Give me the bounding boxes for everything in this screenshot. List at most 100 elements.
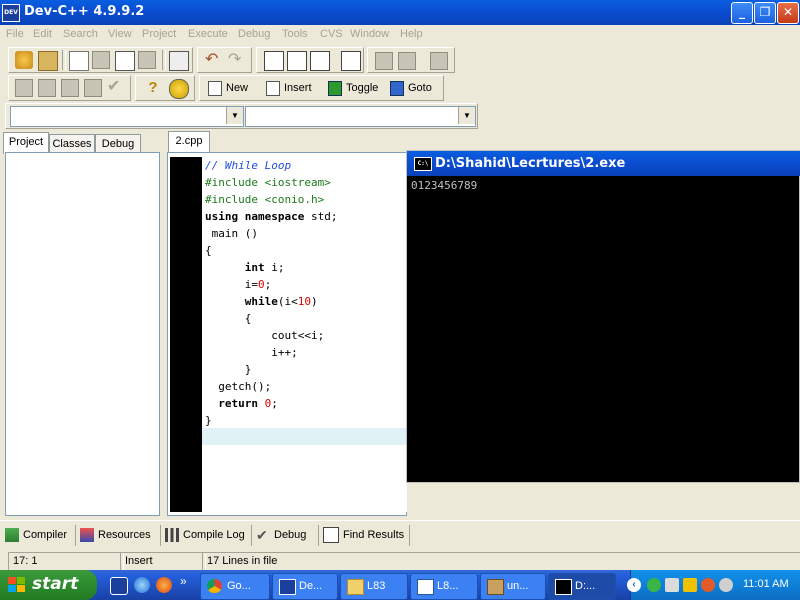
close-button[interactable]: ✕ [777,2,799,24]
check-icon[interactable]: ✔ [107,79,125,97]
menu-cvs[interactable]: CVS [320,28,343,40]
task-devcpp[interactable]: De... [272,573,338,600]
help-icon[interactable]: ? [144,79,162,97]
goto-button[interactable]: Goto [390,79,432,97]
chevron-down-icon[interactable]: ▼ [458,107,475,124]
toggle-icon [328,81,342,96]
member-combo[interactable]: ▼ [245,106,476,127]
system-tray: ‹ 11:01 AM [630,570,800,600]
menu-help[interactable]: Help [400,28,423,40]
menu-project[interactable]: Project [142,28,176,40]
code-line: { [205,310,251,327]
menu-file[interactable]: File [6,28,24,40]
console-title-bar[interactable]: C:\ D:\Shahid\Lecrtures\2.exe [407,151,800,176]
back-icon[interactable] [375,52,393,70]
class-toolbar: New Insert Toggle Goto [199,75,444,101]
find-next-icon[interactable] [287,51,307,71]
code-line: #include <iostream> [205,174,331,191]
network-icon[interactable] [665,578,679,592]
code-line: while(i<10) [205,293,318,310]
antivirus-icon[interactable] [701,578,715,592]
replace-icon[interactable] [310,51,330,71]
code-line: getch(); [205,378,271,395]
forward-icon[interactable] [398,52,416,70]
save-icon[interactable] [92,51,110,69]
status-position: 17: 1 [8,552,124,572]
start-button[interactable]: start [0,570,97,600]
compile-run-icon[interactable] [61,79,79,97]
tab-project[interactable]: Project [3,132,49,154]
clock[interactable]: 11:01 AM [743,578,789,590]
toggle-button[interactable]: Toggle [328,79,378,97]
console-icon [555,579,572,595]
firefox-quicklaunch-icon[interactable] [156,577,172,593]
current-line-highlight [202,428,407,445]
find-icon[interactable] [264,51,284,71]
compiler-icon [5,528,19,542]
bookmark-icon[interactable] [430,52,448,70]
tab-classes[interactable]: Classes [49,134,95,154]
code-line: i++; [205,344,298,361]
chevron-down-icon[interactable]: ▼ [226,107,243,124]
restore-button[interactable]: ❐ [754,2,776,24]
run-icon[interactable] [38,79,56,97]
task-label: L83 [367,574,385,598]
menu-window[interactable]: Window [350,28,389,40]
ie-quicklaunch-icon[interactable] [134,577,150,593]
tab-debug-bottom[interactable]: ✔Debug [256,525,319,546]
expand-chevron-icon[interactable]: » [180,574,187,588]
tab-editor-file[interactable]: 2.cpp [168,131,210,153]
volume-icon[interactable] [719,578,733,592]
devcpp-quicklaunch-icon[interactable] [110,577,128,595]
task-console[interactable]: D:... [548,573,616,600]
tab-find-results[interactable]: Find Results [323,525,410,546]
menu-execute[interactable]: Execute [188,28,228,40]
tab-compile-log[interactable]: Compile Log [165,525,252,546]
close-file-icon[interactable] [138,51,156,69]
menu-view[interactable]: View [108,28,132,40]
rebuild-icon[interactable] [84,79,102,97]
print-icon[interactable] [169,51,189,71]
task-label: un... [507,574,528,598]
open-project-icon[interactable] [15,51,33,69]
code-line: } [205,412,212,429]
task-unknown[interactable]: un... [480,573,546,600]
start-label: start [32,574,78,594]
new-file-icon[interactable] [69,51,89,71]
word-icon [417,579,434,595]
about-icon[interactable] [169,79,189,99]
title-bar[interactable]: DEV Dev-C++ 4.9.9.2 _ ❐ ✕ [0,0,800,25]
menu-tools[interactable]: Tools [282,28,308,40]
edit-toolbar: ↶ ↷ [197,47,252,73]
menu-edit[interactable]: Edit [33,28,52,40]
project-tree[interactable] [5,152,160,516]
console-window[interactable]: C:\ D:\Shahid\Lecrtures\2.exe 0123456789 [406,150,800,483]
task-label: De... [299,574,322,598]
new-class-button[interactable]: New [208,79,248,97]
undo-icon[interactable]: ↶ [205,52,223,70]
task-label: D:... [575,574,595,598]
menu-debug[interactable]: Debug [238,28,270,40]
new-class-label: New [226,82,248,94]
task-chrome[interactable]: Go... [200,573,270,600]
tab-resources[interactable]: Resources [80,525,161,546]
editor-gutter [170,157,202,512]
shield-icon[interactable] [683,578,697,592]
save-all-icon[interactable] [115,51,135,71]
task-word[interactable]: L8... [410,573,478,600]
insert-button[interactable]: Insert [266,79,312,97]
goto-line-icon[interactable] [341,51,361,71]
task-folder[interactable]: L83 [340,573,408,600]
minimize-button[interactable]: _ [731,2,753,24]
menu-search[interactable]: Search [63,28,98,40]
tab-debug[interactable]: Debug [95,134,141,154]
tray-expand-icon[interactable]: ‹ [627,578,641,592]
class-combo[interactable]: ▼ [10,106,244,127]
code-editor[interactable]: // While Loop #include <iostream> #inclu… [202,157,407,512]
close-project-icon[interactable] [38,51,58,71]
task-label: L8... [437,574,458,598]
tab-compiler[interactable]: Compiler [5,525,76,546]
security-check-icon[interactable] [647,578,661,592]
compile-icon[interactable] [15,79,33,97]
redo-icon[interactable]: ↷ [228,52,246,70]
